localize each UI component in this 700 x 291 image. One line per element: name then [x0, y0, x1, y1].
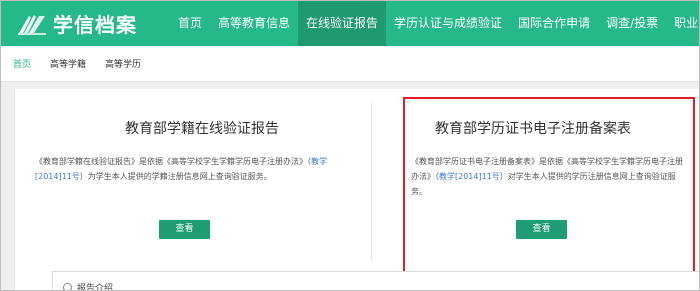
content-panel: 教育部学籍在线验证报告 《教育部学籍在线验证报告》是依据《高等学校学生学籍学历电… [14, 89, 699, 291]
view-student-status-report-button[interactable]: 查看 [159, 220, 210, 239]
highlight-box [403, 97, 695, 274]
site-logo[interactable]: 学信档案 [17, 9, 137, 38]
nav-item-online-verification-report[interactable]: 在线验证报告 [298, 1, 387, 46]
nav-item-degree-certification[interactable]: 学历认证与成绩验证 [386, 1, 510, 46]
nav-item-home[interactable]: 首页 [170, 1, 210, 46]
logo-text: 学信档案 [53, 13, 137, 37]
subnav-item-home[interactable]: 首页 [13, 57, 31, 70]
info-icon [63, 283, 72, 290]
book-logo-icon [18, 14, 46, 35]
desc-text: 《教育部学籍在线验证报告》是依据《高等学校学生学籍学历电子注册办法》（ [35, 157, 311, 166]
sub-nav: 首页 高等学籍 高等学历 [1, 46, 699, 82]
nav-item-survey-vote[interactable]: 调查/投票 [598, 1, 666, 46]
desc-text: ）为学生本人提供的学籍注册信息网上查询验证服务。 [79, 172, 272, 181]
top-nav-bar: 学信档案 首页 高等教育信息 在线验证报告 学历认证与成绩验证 国际合作申请 调… [1, 1, 699, 46]
subnav-item-student-status[interactable]: 高等学籍 [50, 57, 86, 70]
nav-item-international-cooperation[interactable]: 国际合作申请 [510, 1, 598, 46]
report-intro-section: 报告介绍 [52, 271, 699, 291]
card-divider [371, 103, 372, 261]
card-title-student-status-report: 教育部学籍在线验证报告 [125, 121, 279, 137]
main-nav: 首页 高等教育信息 在线验证报告 学历认证与成绩验证 国际合作申请 调查/投票 … [170, 1, 699, 46]
subnav-item-degree[interactable]: 高等学历 [105, 57, 141, 70]
nav-item-career-assessment[interactable]: 职业测评 [666, 1, 699, 46]
browser-frame: 学信档案 首页 高等教育信息 在线验证报告 学历认证与成绩验证 国际合作申请 调… [0, 0, 700, 291]
report-intro-label: 报告介绍 [77, 284, 114, 291]
nav-item-higher-education-info[interactable]: 高等教育信息 [210, 1, 298, 46]
card-desc-student-status-report: 《教育部学籍在线验证报告》是依据《高等学校学生学籍学历电子注册办法》（教学[20… [35, 154, 340, 184]
